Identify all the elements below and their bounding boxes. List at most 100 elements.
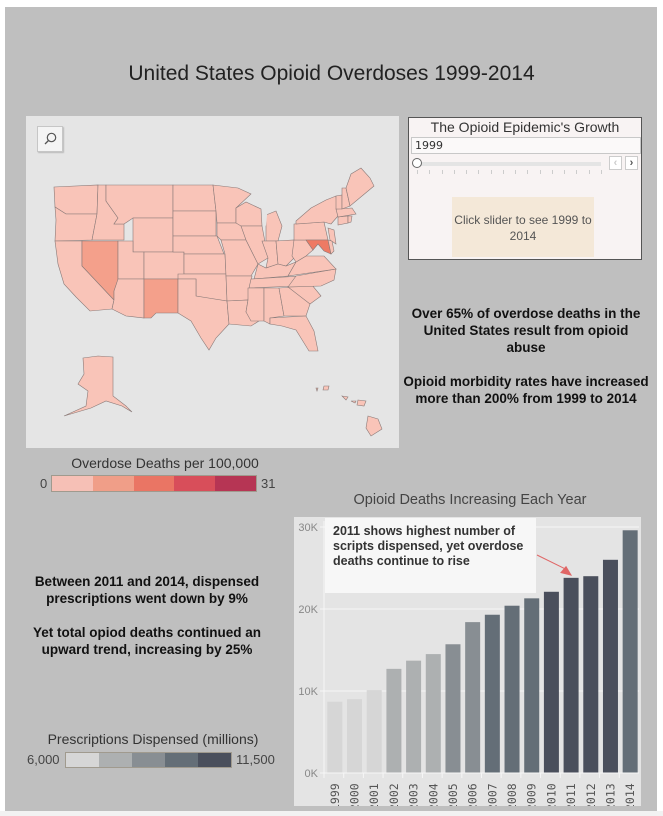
bar-2002[interactable] — [386, 668, 402, 773]
map-search-button[interactable] — [37, 126, 63, 152]
bar-2011[interactable] — [563, 577, 579, 773]
state-massachusetts[interactable] — [335, 207, 357, 218]
prescriptions-legend-swatch — [165, 753, 198, 767]
state-arizona[interactable] — [111, 278, 145, 319]
slider-tick — [564, 170, 566, 174]
state-florida[interactable] — [269, 315, 319, 352]
dashboard-footer — [0, 811, 663, 816]
y-tick-label: 20K — [298, 604, 318, 616]
state-south-dakota[interactable] — [172, 210, 217, 237]
state-connecticut[interactable] — [337, 215, 349, 226]
state-hawaii[interactable] — [315, 387, 319, 392]
state-rhode-island[interactable] — [347, 215, 353, 224]
x-tick-label: 2014 — [623, 783, 637, 806]
state-hawaii[interactable] — [322, 385, 330, 391]
bar-2003[interactable] — [406, 660, 422, 773]
bar-2010[interactable] — [543, 591, 559, 773]
prescriptions-legend-swatch — [198, 753, 231, 767]
fact-morbidity-increase: Opioid morbidity rates have increased mo… — [403, 374, 649, 406]
y-tick-label: 10K — [298, 686, 318, 698]
prescriptions-legend-title: Prescriptions Dispensed (millions) — [47, 731, 259, 747]
slider-tick — [576, 170, 578, 174]
bar-2012[interactable] — [583, 576, 599, 773]
state-maine[interactable] — [345, 167, 375, 207]
slider-tick — [417, 170, 418, 174]
x-tick-label: 2012 — [584, 783, 598, 806]
bar-1999[interactable] — [327, 701, 343, 773]
bar-2001[interactable] — [366, 690, 382, 773]
state-hawaii[interactable] — [365, 415, 383, 437]
year-slider-ticks — [417, 170, 602, 174]
state-washington[interactable] — [53, 184, 99, 215]
state-wisconsin[interactable] — [235, 201, 263, 227]
x-tick-label: 2002 — [387, 783, 401, 806]
x-tick-label: 2013 — [603, 783, 617, 806]
slider-tick — [551, 170, 553, 174]
state-mississippi[interactable] — [245, 287, 265, 322]
year-slider-panel: The Opioid Epidemic's Growth 1999 ‹ › Cl… — [408, 117, 642, 260]
slider-tick — [478, 170, 480, 174]
fact-prescriptions-decline: Between 2011 and 2014, dispensed prescri… — [34, 574, 260, 606]
state-wyoming[interactable] — [132, 217, 174, 253]
x-tick-label: 2006 — [466, 783, 480, 806]
state-kansas[interactable] — [183, 253, 227, 275]
map-legend-swatch — [92, 476, 134, 491]
year-slider-track[interactable] — [417, 162, 601, 166]
state-hawaii[interactable] — [341, 395, 349, 401]
x-tick-label: 2001 — [367, 783, 381, 806]
prescriptions-legend-swatch — [132, 753, 165, 767]
slider-title: The Opioid Epidemic's Growth — [430, 119, 620, 135]
bar-2013[interactable] — [602, 559, 618, 773]
x-tick-label: 2008 — [505, 783, 519, 806]
slider-tick — [453, 170, 455, 174]
bar-2004[interactable] — [425, 654, 441, 773]
x-tick-label: 2005 — [446, 783, 460, 806]
bar-2014[interactable] — [622, 530, 638, 773]
bar-2008[interactable] — [504, 605, 520, 773]
slider-tick — [539, 170, 541, 174]
map-legend-swatch — [52, 476, 93, 491]
slider-hint: Click slider to see 1999 to 2014 — [452, 197, 594, 257]
map-legend-min: 0 — [40, 476, 48, 491]
state-new-york[interactable] — [295, 195, 339, 225]
map-legend-max: 31 — [261, 476, 276, 491]
state-hawaii[interactable] — [350, 400, 357, 404]
x-tick-label: 1999 — [328, 783, 342, 806]
slider-tick — [527, 170, 529, 174]
bar-2009[interactable] — [524, 598, 540, 773]
search-icon — [44, 132, 57, 145]
state-north-dakota[interactable] — [172, 184, 217, 212]
state-hawaii[interactable] — [356, 399, 367, 407]
bar-2006[interactable] — [465, 622, 481, 773]
bar-2005[interactable] — [445, 644, 461, 773]
map-legend-swatch — [174, 476, 216, 491]
slider-tick — [441, 170, 443, 174]
state-pennsylvania[interactable] — [293, 221, 329, 241]
state-alaska[interactable] — [63, 355, 133, 417]
chart-title: Opioid Deaths Increasing Each Year — [353, 492, 587, 508]
previous-year-button[interactable]: ‹ — [609, 156, 622, 170]
chevron-left-icon: ‹ — [613, 157, 618, 169]
dashboard-title: United States Opioid Overdoses 1999-2014 — [128, 62, 535, 85]
bar-2007[interactable] — [484, 614, 500, 773]
prescriptions-legend-color-scale — [65, 752, 232, 768]
state-michigan[interactable] — [265, 210, 283, 242]
state-vermont[interactable] — [335, 194, 343, 210]
state-new-mexico[interactable] — [143, 278, 179, 319]
us-map-canvas[interactable] — [26, 116, 399, 448]
year-slider-thumb[interactable] — [412, 158, 422, 168]
x-tick-label: 2010 — [544, 783, 558, 806]
fact-overdose-share: Over 65% of overdose deaths in the Unite… — [411, 306, 641, 355]
year-value-field[interactable]: 1999 — [411, 137, 641, 154]
bar-2000[interactable] — [347, 699, 363, 773]
fact-deaths-increase: Yet total opiod deaths continued an upwa… — [32, 625, 261, 657]
x-tick-label: 2000 — [348, 783, 362, 806]
next-year-button[interactable]: › — [625, 156, 638, 170]
us-map[interactable] — [26, 116, 399, 448]
annotation-arrow-line — [536, 554, 568, 571]
y-tick-label: 0K — [305, 768, 319, 780]
slider-tick — [429, 170, 431, 174]
state-nebraska[interactable] — [172, 235, 225, 255]
prescriptions-legend-min: 6,000 — [27, 752, 60, 767]
chevron-right-icon: › — [629, 157, 634, 169]
